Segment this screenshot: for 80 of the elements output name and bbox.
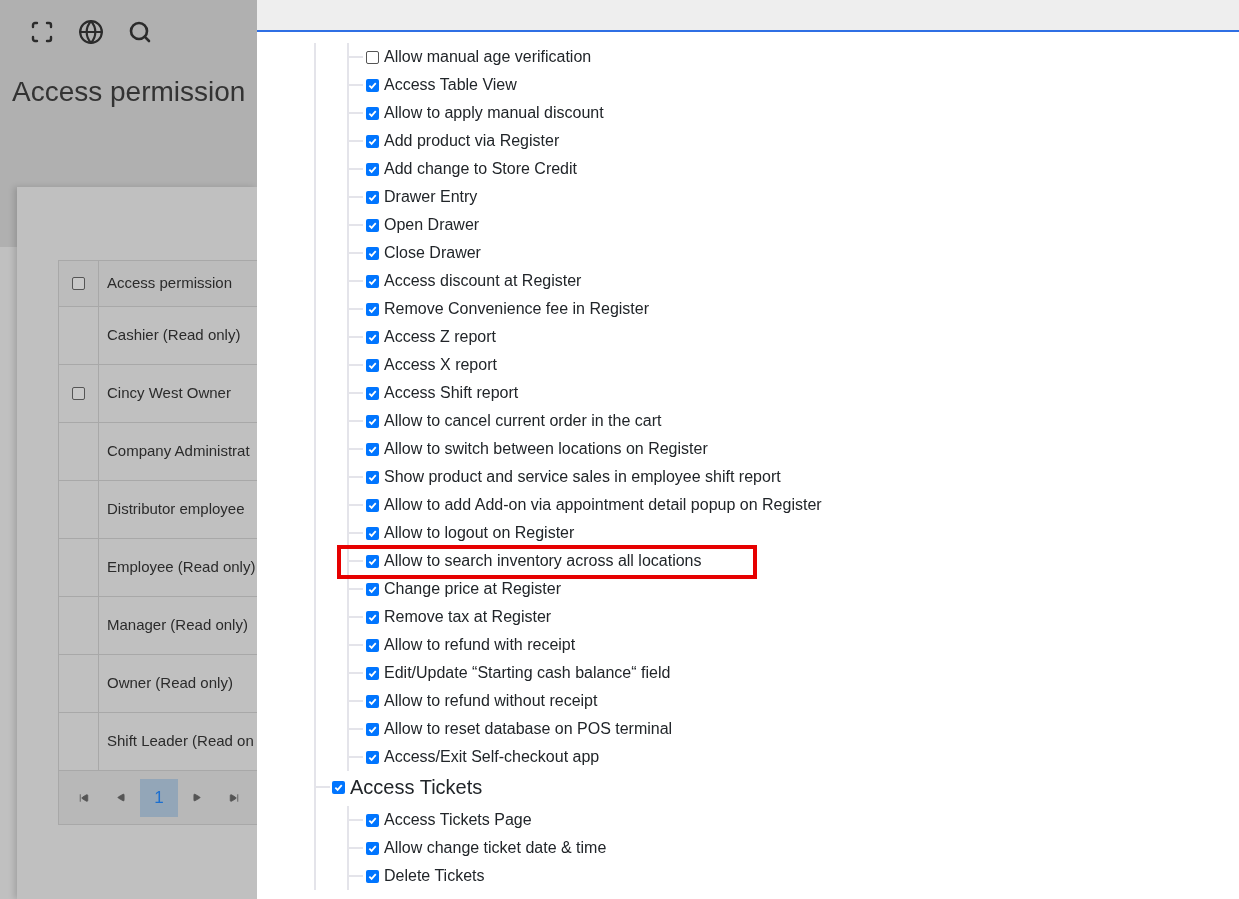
permission-checkbox[interactable] — [366, 813, 379, 827]
table-cell-text: Cashier (Read only) — [106, 325, 241, 346]
permission-checkbox[interactable] — [366, 841, 379, 855]
permission-label: Allow to cancel current order in the cart — [384, 411, 662, 431]
permission-label: Access Shift report — [384, 383, 519, 403]
permission-checkbox[interactable] — [366, 246, 379, 260]
permission-checkbox[interactable] — [366, 414, 379, 428]
table-cell-text: Cincy West Owner — [106, 383, 231, 404]
search-icon[interactable] — [128, 20, 152, 44]
group-checkbox[interactable] — [332, 780, 345, 794]
permission-label: Show product and service sales in employee shift report — [384, 467, 781, 487]
next-page-icon[interactable] — [192, 793, 201, 802]
page-button[interactable]: 1 — [140, 778, 178, 817]
table-cell-text: Distributor employee — [106, 499, 245, 520]
permission-checkbox[interactable] — [366, 302, 379, 316]
permission-checkbox[interactable] — [366, 330, 379, 344]
permission-label: Open Drawer — [384, 215, 480, 235]
permission-checkbox[interactable] — [366, 869, 379, 883]
page-title: Access permission — [12, 75, 247, 109]
permission-checkbox[interactable] — [366, 582, 379, 596]
permission-checkbox[interactable] — [366, 638, 379, 652]
permission-checkbox[interactable] — [366, 386, 379, 400]
group-label: Access Tickets — [350, 775, 483, 800]
permission-label: Allow manual age verification — [384, 47, 592, 67]
permission-checkbox[interactable] — [366, 610, 379, 624]
permission-label: Allow to refund with receipt — [384, 635, 576, 655]
table-cell-text: Employee (Read only) — [106, 557, 256, 578]
permission-checkbox[interactable] — [366, 358, 379, 372]
first-page-icon[interactable] — [79, 792, 89, 803]
permission-label: Access Tickets Page — [384, 810, 532, 830]
permission-label: Add change to Store Credit — [384, 159, 577, 179]
permission-checkbox[interactable] — [366, 134, 379, 148]
permission-checkbox[interactable] — [366, 218, 379, 232]
permission-checkbox[interactable] — [366, 50, 379, 64]
permission-checkbox[interactable] — [366, 106, 379, 120]
permission-label: Allow change ticket date & time — [384, 838, 607, 858]
permission-label: Allow to reset database on POS terminal — [384, 719, 673, 739]
permission-checkbox[interactable] — [366, 526, 379, 540]
permission-label: Allow to search inventory across all locations — [384, 551, 702, 571]
permission-checkbox[interactable] — [366, 554, 379, 568]
permission-checkbox[interactable] — [366, 666, 379, 680]
permission-label: Delete Tickets — [384, 866, 485, 886]
permission-label: Add product via Register — [384, 131, 560, 151]
permission-checkbox[interactable] — [366, 442, 379, 456]
permission-label: Allow to refund without receipt — [384, 691, 598, 711]
permission-checkbox[interactable] — [366, 162, 379, 176]
permission-label: Edit/Update “Starting cash balance“ field — [384, 663, 671, 683]
permission-checkbox[interactable] — [366, 190, 379, 204]
table-cell-text: Owner (Read only) — [106, 673, 233, 694]
permission-label: Close Drawer — [384, 243, 481, 263]
permission-label: Change price at Register — [384, 579, 561, 599]
permission-label: Drawer Entry — [384, 187, 478, 207]
permission-checkbox[interactable] — [366, 470, 379, 484]
row-checkbox[interactable] — [72, 387, 85, 400]
permission-checkbox[interactable] — [366, 722, 379, 736]
permission-label: Access Z report — [384, 327, 497, 347]
permission-label: Remove tax at Register — [384, 607, 552, 627]
globe-icon[interactable] — [78, 19, 104, 45]
table-cell-text: Shift Leader (Read on — [106, 731, 254, 752]
permission-label: Allow to switch between locations on Register — [384, 439, 708, 459]
permission-label: Remove Convenience fee in Register — [384, 299, 650, 319]
table-cell-text: Manager (Read only) — [106, 615, 248, 636]
permission-label: Access discount at Register — [384, 271, 582, 291]
column-header: Access permission — [106, 273, 233, 294]
permission-checkbox[interactable] — [366, 498, 379, 512]
permission-checkbox[interactable] — [366, 78, 379, 92]
permission-label: Access/Exit Self-checkout app — [384, 747, 600, 767]
fullscreen-icon[interactable] — [30, 20, 54, 44]
permission-label: Allow to logout on Register — [384, 523, 575, 543]
permission-label: Access X report — [384, 355, 497, 375]
select-all-checkbox[interactable] — [72, 277, 85, 290]
permission-label: Access Table View — [384, 75, 517, 95]
last-page-icon[interactable] — [229, 792, 239, 803]
permission-label: Allow to apply manual discount — [384, 103, 604, 123]
permission-checkbox[interactable] — [366, 274, 379, 288]
permission-checkbox[interactable] — [366, 750, 379, 764]
permission-label: Allow to add Add-on via appointment detail popup on Register — [384, 495, 822, 515]
table-cell-text: Company Administrat — [106, 441, 250, 462]
previous-page-icon[interactable] — [117, 793, 126, 802]
permission-checkbox[interactable] — [366, 694, 379, 708]
